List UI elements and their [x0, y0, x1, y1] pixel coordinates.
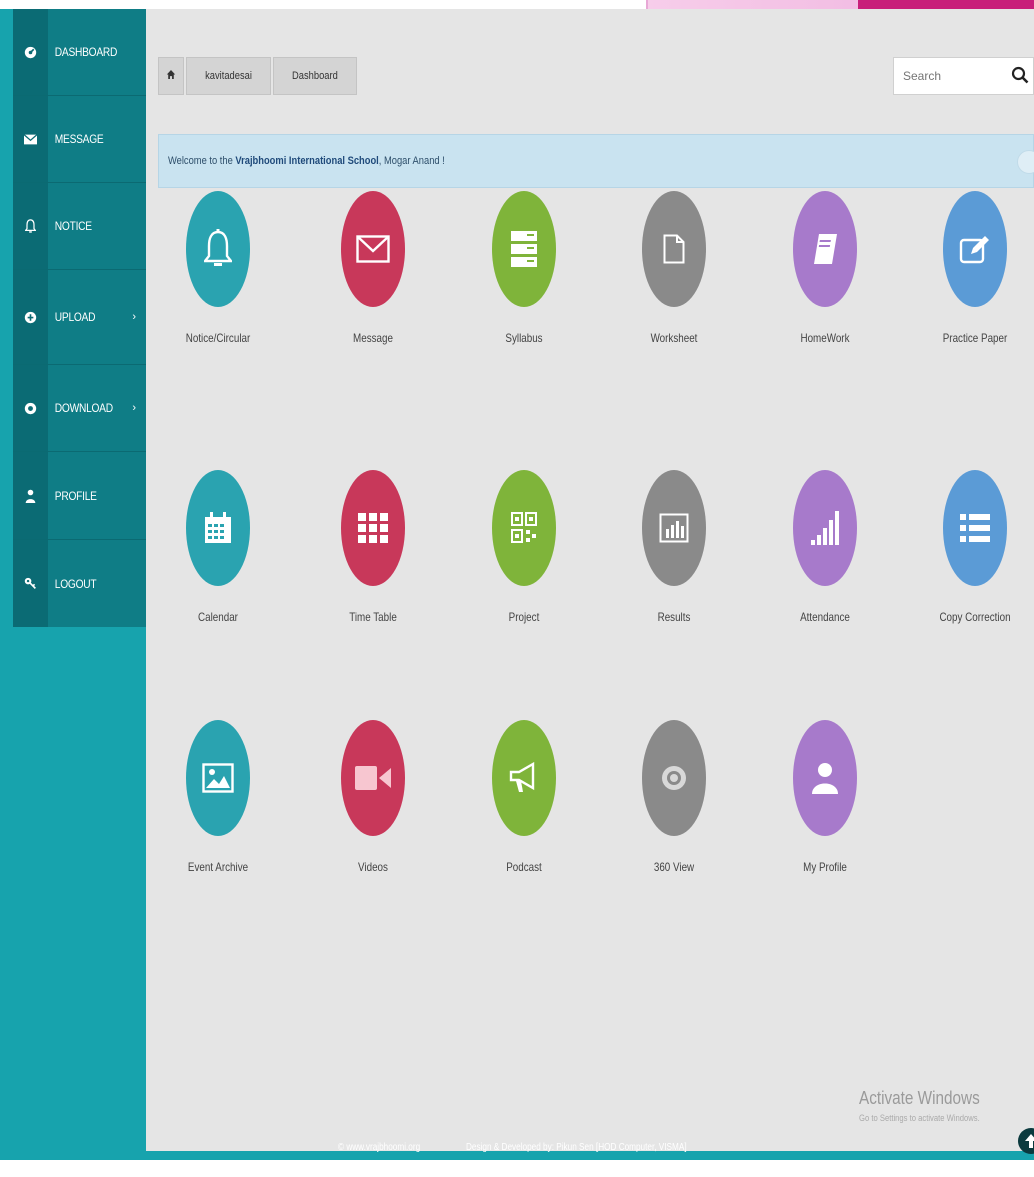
tile-attendance[interactable]: Attendance: [755, 470, 895, 624]
key-icon: [13, 540, 48, 627]
close-icon[interactable]: [1017, 150, 1034, 174]
tile-label: Copy Correction: [939, 610, 1011, 624]
file-icon: [642, 191, 706, 307]
tile-label: Worksheet: [650, 331, 698, 345]
welcome-prefix: Welcome to the: [168, 155, 236, 167]
tile-homework[interactable]: HomeWork: [755, 191, 895, 345]
tile-project[interactable]: Project: [454, 470, 594, 624]
bell-icon: [186, 191, 250, 307]
sidebar-item-label: UPLOAD: [54, 310, 96, 324]
tile-podcast[interactable]: Podcast: [454, 720, 594, 874]
dashboard-icon: [13, 9, 48, 95]
app-frame: DASHBOARD MESSAGE NOTICE UPLOAD › DOWNLO…: [0, 0, 1034, 1160]
edit-icon: [943, 191, 1007, 307]
grid-icon: [341, 470, 405, 586]
tile-calendar[interactable]: Calendar: [148, 470, 288, 624]
tile-label: Results: [657, 610, 691, 624]
tile-label: My Profile: [803, 860, 847, 874]
sidebar-item-profile[interactable]: PROFILE: [13, 452, 146, 540]
user-icon: [13, 452, 48, 539]
breadcrumb: kavitadesai Dashboard: [158, 57, 359, 95]
tile-message[interactable]: Message: [303, 191, 443, 345]
tile-copy-correction[interactable]: Copy Correction: [905, 470, 1034, 624]
sidebar-item-upload[interactable]: UPLOAD ›: [13, 270, 146, 365]
search-box: [893, 57, 1034, 95]
sidebar-item-label: DOWNLOAD: [54, 401, 113, 415]
megaphone-icon: [492, 720, 556, 836]
tile-label: Videos: [358, 860, 388, 874]
tile-notice-circular[interactable]: Notice/Circular: [148, 191, 288, 345]
book-icon: [793, 191, 857, 307]
tile-practice-paper[interactable]: Practice Paper: [905, 191, 1034, 345]
tile-label: Time Table: [349, 610, 397, 624]
search-input[interactable]: [903, 69, 1003, 83]
sidebar-item-logout[interactable]: LOGOUT: [13, 540, 146, 627]
tile-label: Practice Paper: [942, 331, 1008, 345]
welcome-banner: Welcome to the Vrajbhoomi International …: [158, 134, 1034, 188]
eye-icon: [642, 720, 706, 836]
tile-syllabus[interactable]: Syllabus: [454, 191, 594, 345]
tile-label: Calendar: [198, 610, 238, 624]
server-icon: [492, 191, 556, 307]
arrow-up-icon: [1025, 1134, 1034, 1148]
image-icon: [186, 720, 250, 836]
sidebar: DASHBOARD MESSAGE NOTICE UPLOAD › DOWNLO…: [13, 9, 146, 627]
user-icon: [793, 720, 857, 836]
tile-label: Project: [508, 610, 540, 624]
qr-icon: [492, 470, 556, 586]
breadcrumb-home[interactable]: [158, 57, 184, 95]
tile-time-table[interactable]: Time Table: [303, 470, 443, 624]
welcome-user: , Mogar Anand !: [378, 155, 445, 167]
tile-label: Syllabus: [505, 331, 543, 345]
home-icon: [166, 70, 176, 82]
envelope-icon: [341, 191, 405, 307]
footer-site-link[interactable]: © www.vrajbhoomi.org: [338, 1142, 420, 1153]
footer-credit: Design & Developed by: Pikun Sen [HOD Co…: [466, 1142, 687, 1153]
search-icon[interactable]: [1011, 66, 1029, 89]
tile-label: HomeWork: [800, 331, 850, 345]
sidebar-item-dashboard[interactable]: DASHBOARD: [13, 9, 146, 96]
tile-event-archive[interactable]: Event Archive: [148, 720, 288, 874]
list-icon: [943, 470, 1007, 586]
sidebar-item-label: NOTICE: [54, 219, 92, 233]
sidebar-item-label: DASHBOARD: [54, 45, 118, 59]
tile-360-view[interactable]: 360 View: [604, 720, 744, 874]
tile-worksheet[interactable]: Worksheet: [604, 191, 744, 345]
signal-icon: [793, 470, 857, 586]
windows-activation-title: Activate Windows: [859, 1088, 980, 1108]
breadcrumb-dashboard[interactable]: Dashboard: [273, 57, 357, 95]
calendar-icon: [186, 470, 250, 586]
windows-activation-subtitle: Go to Settings to activate Windows.: [859, 1113, 980, 1123]
video-camera-icon: [341, 720, 405, 836]
breadcrumb-user[interactable]: kavitadesai: [186, 57, 272, 95]
chevron-right-icon: ›: [132, 311, 136, 323]
tile-videos[interactable]: Videos: [303, 720, 443, 874]
sidebar-item-label: PROFILE: [54, 488, 97, 503]
download-icon: [13, 365, 48, 451]
upload-icon: [13, 270, 48, 364]
sidebar-item-label: MESSAGE: [54, 132, 104, 146]
tile-label: Message: [353, 331, 393, 345]
sidebar-item-label: LOGOUT: [54, 576, 97, 591]
tile-label: 360 View: [653, 860, 695, 874]
bar-chart-icon: [642, 470, 706, 586]
sidebar-item-message[interactable]: MESSAGE: [13, 96, 146, 183]
tile-results[interactable]: Results: [604, 470, 744, 624]
tile-label: Attendance: [800, 610, 850, 624]
tile-label: Notice/Circular: [185, 331, 251, 345]
tile-label: Event Archive: [187, 860, 249, 874]
school-name: Vrajbhoomi International School: [235, 155, 379, 167]
bell-icon: [13, 183, 48, 269]
tile-label: Podcast: [506, 860, 542, 874]
sidebar-item-notice[interactable]: NOTICE: [13, 183, 146, 270]
chevron-right-icon: ›: [132, 402, 136, 414]
tile-my-profile[interactable]: My Profile: [755, 720, 895, 874]
envelope-icon: [13, 96, 48, 182]
sidebar-item-download[interactable]: DOWNLOAD ›: [13, 365, 146, 452]
